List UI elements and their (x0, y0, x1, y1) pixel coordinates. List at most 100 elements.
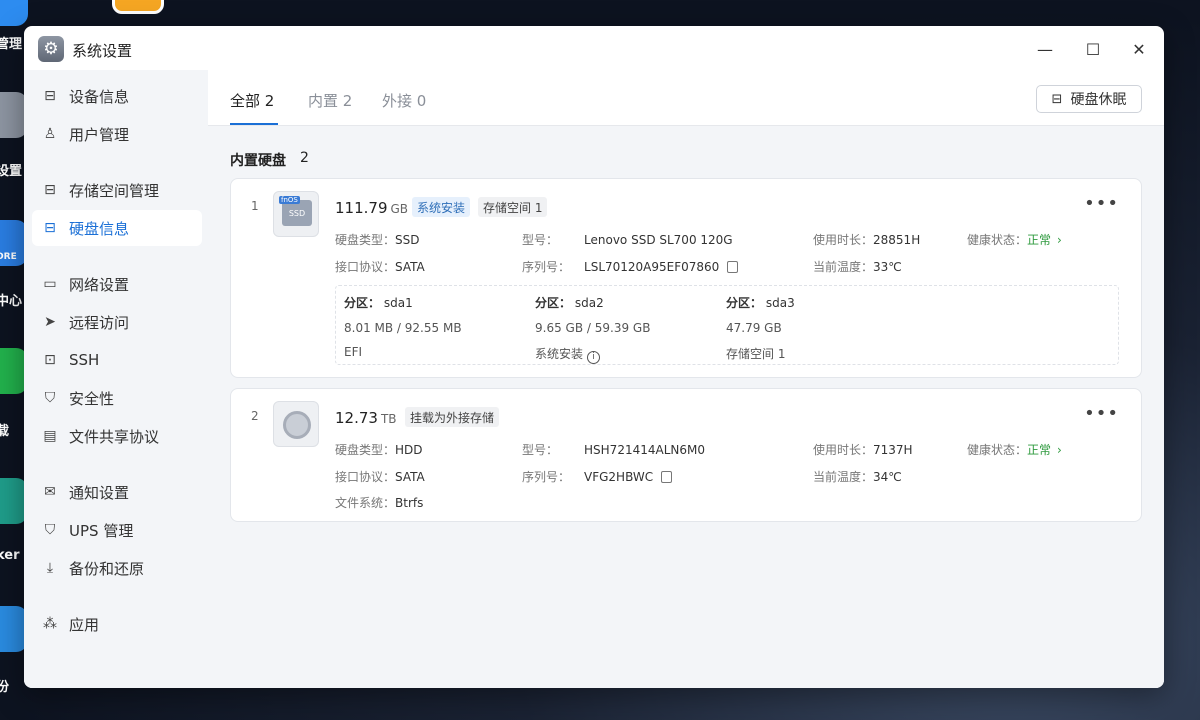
sidebar-item-users[interactable]: ♙ 用户管理 (32, 116, 202, 152)
sidebar-item-notifications[interactable]: ✉ 通知设置 (32, 474, 202, 510)
disk-size: 111.79 GB (335, 199, 408, 217)
field-value: HSH721414ALN6M0 (584, 443, 705, 457)
minimize-button[interactable]: — (1032, 36, 1058, 62)
gear-icon: ⚙ (38, 36, 64, 62)
info-icon[interactable]: i (587, 351, 601, 364)
field-label: 型号： (522, 233, 559, 247)
disk-card: 1 SSD fnOS 111.79 GB 系统安装 存储空间 1 ••• 硬盘类型… (230, 178, 1142, 378)
tab-label: 外接 (382, 92, 413, 110)
copy-icon[interactable] (661, 471, 673, 483)
desktop-app-label: 份 (0, 680, 10, 695)
user-icon: ♙ (43, 126, 57, 142)
partition-label: 分区： (535, 296, 572, 310)
field-label: 硬盘类型： (335, 233, 396, 247)
field-value: 28851H (873, 233, 921, 247)
ssd-icon: SSD fnOS (273, 191, 319, 237)
desktop-app-icon[interactable] (112, 0, 164, 14)
sidebar-item-label: SSH (69, 351, 100, 369)
disk-temperature: 当前温度：34℃ (813, 468, 902, 485)
section-title: 内置硬盘 (230, 153, 286, 169)
sidebar-item-label: 硬盘信息 (69, 219, 130, 238)
chevron-right-icon: › (1057, 443, 1062, 457)
partition-usage: 47.79 GB (726, 321, 782, 335)
field-label: 使用时长： (813, 443, 874, 457)
tab-all[interactable]: 全部 2 (230, 90, 274, 111)
partition-item: 分区： sda2 9.65 GB / 59.39 GB 系统安装 i (535, 294, 650, 364)
sidebar-item-ups[interactable]: ⛉ UPS 管理 (32, 512, 202, 548)
partition-label: 分区： (726, 296, 763, 310)
disk-health-link[interactable]: 健康状态：正常 › (967, 441, 1062, 458)
disk-serial: 序列号： VFG2HBWC (522, 468, 673, 485)
sidebar-item-network[interactable]: ▭ 网络设置 (32, 266, 202, 302)
field-value: VFG2HBWC (584, 470, 654, 484)
more-options-button[interactable]: ••• (1084, 403, 1119, 424)
health-status: 正常 (1027, 443, 1052, 457)
sidebar-item-storage[interactable]: ⊟ 存储空间管理 (32, 172, 202, 208)
desktop-app-label: 载 (0, 424, 10, 439)
field-label: 健康状态： (967, 443, 1028, 457)
partition-item: 分区： sda1 8.01 MB / 92.55 MB EFI (344, 294, 462, 359)
disk-icon: ⊟ (44, 88, 56, 104)
sidebar-item-disk-info[interactable]: ⊟ 硬盘信息 (32, 210, 202, 246)
partition-desc: 存储空间 1 (726, 347, 786, 361)
field-label: 当前温度： (813, 260, 874, 274)
partition-name: sda2 (574, 296, 604, 310)
sidebar-item-security[interactable]: ⛉ 安全性 (32, 380, 202, 416)
copy-icon[interactable] (727, 261, 739, 273)
field-label: 接口协议： (335, 470, 396, 484)
tab-external[interactable]: 外接 0 (382, 90, 426, 111)
sidebar-item-label: 通知设置 (69, 483, 130, 502)
status-badge: 挂载为外接存储 (405, 407, 500, 427)
partition-box: 分区： sda1 8.01 MB / 92.55 MB EFI 分区： sda2… (335, 285, 1119, 365)
tab-bar: 全部 2 内置 2 外接 0 ⊟ 硬盘休眠 (208, 70, 1164, 126)
sidebar-item-remote-access[interactable]: ➤ 远程访问 (32, 304, 202, 340)
disk-temperature: 当前温度：33℃ (813, 258, 902, 275)
disk-size-value: 111.79 (335, 199, 388, 217)
field-value: 7137H (873, 443, 913, 457)
sidebar-item-label: 用户管理 (69, 125, 130, 144)
tab-active-indicator (230, 123, 278, 125)
disk-size-unit: GB (390, 202, 409, 216)
disk-model: 型号： HSH721414ALN6M0 (522, 441, 705, 458)
sidebar-item-label: 备份和还原 (69, 559, 145, 578)
partition-name: sda1 (383, 296, 413, 310)
disk-model: 型号： Lenovo SSD SL700 120G (522, 231, 733, 248)
sidebar-item-backup[interactable]: ⤓ 备份和还原 (32, 550, 202, 586)
shield-icon: ⛉ (44, 390, 56, 406)
desktop-app-label: 设置 (0, 164, 23, 179)
disk-uptime: 使用时长：7137H (813, 441, 913, 458)
sidebar-item-label: 存储空间管理 (69, 181, 160, 200)
send-icon: ➤ (44, 314, 56, 330)
field-value: 33℃ (873, 260, 902, 274)
disk-type: 硬盘类型：SSD (335, 231, 420, 248)
titlebar[interactable]: ⚙ 系统设置 — ☐ ✕ (24, 26, 1164, 70)
network-icon: ▭ (43, 276, 57, 292)
sidebar-item-label: UPS 管理 (69, 521, 134, 540)
field-label: 健康状态： (967, 233, 1028, 247)
disk-icon: ⊟ (1051, 91, 1063, 107)
field-value: Btrfs (395, 496, 424, 510)
field-value: SATA (395, 260, 425, 274)
desktop-app-icon[interactable] (0, 0, 28, 26)
sidebar-item-ssh[interactable]: ⊡ SSH (32, 342, 202, 378)
disk-interface: 接口协议：SATA (335, 258, 425, 275)
sidebar-item-device-info[interactable]: ⊟ 设备信息 (32, 78, 202, 114)
backup-icon: ⤓ (46, 560, 54, 576)
disk-health-link[interactable]: 健康状态：正常 › (967, 231, 1062, 248)
sidebar-item-label: 安全性 (69, 389, 115, 408)
field-label: 使用时长： (813, 233, 874, 247)
tab-internal[interactable]: 内置 2 (308, 90, 352, 111)
sidebar-item-apps[interactable]: ⁂ 应用 (32, 606, 202, 642)
sidebar-item-file-sharing[interactable]: ▤ 文件共享协议 (32, 418, 202, 454)
tab-count: 2 (342, 92, 353, 110)
maximize-button[interactable]: ☐ (1080, 36, 1106, 62)
field-value: LSL70120A95EF07860 (584, 260, 720, 274)
more-options-button[interactable]: ••• (1084, 193, 1119, 214)
disk-filesystem: 文件系统：Btrfs (335, 494, 423, 511)
close-button[interactable]: ✕ (1126, 36, 1152, 62)
disk-sleep-button[interactable]: ⊟ 硬盘休眠 (1036, 85, 1142, 113)
disk-card: 2 12.73 TB 挂载为外接存储 ••• 硬盘类型：HDD 接口协议：SATA… (230, 388, 1142, 522)
field-value: HDD (395, 443, 423, 457)
disk-serial: 序列号： LSL70120A95EF07860 (522, 258, 739, 275)
sidebar-item-label: 设备信息 (69, 87, 130, 106)
